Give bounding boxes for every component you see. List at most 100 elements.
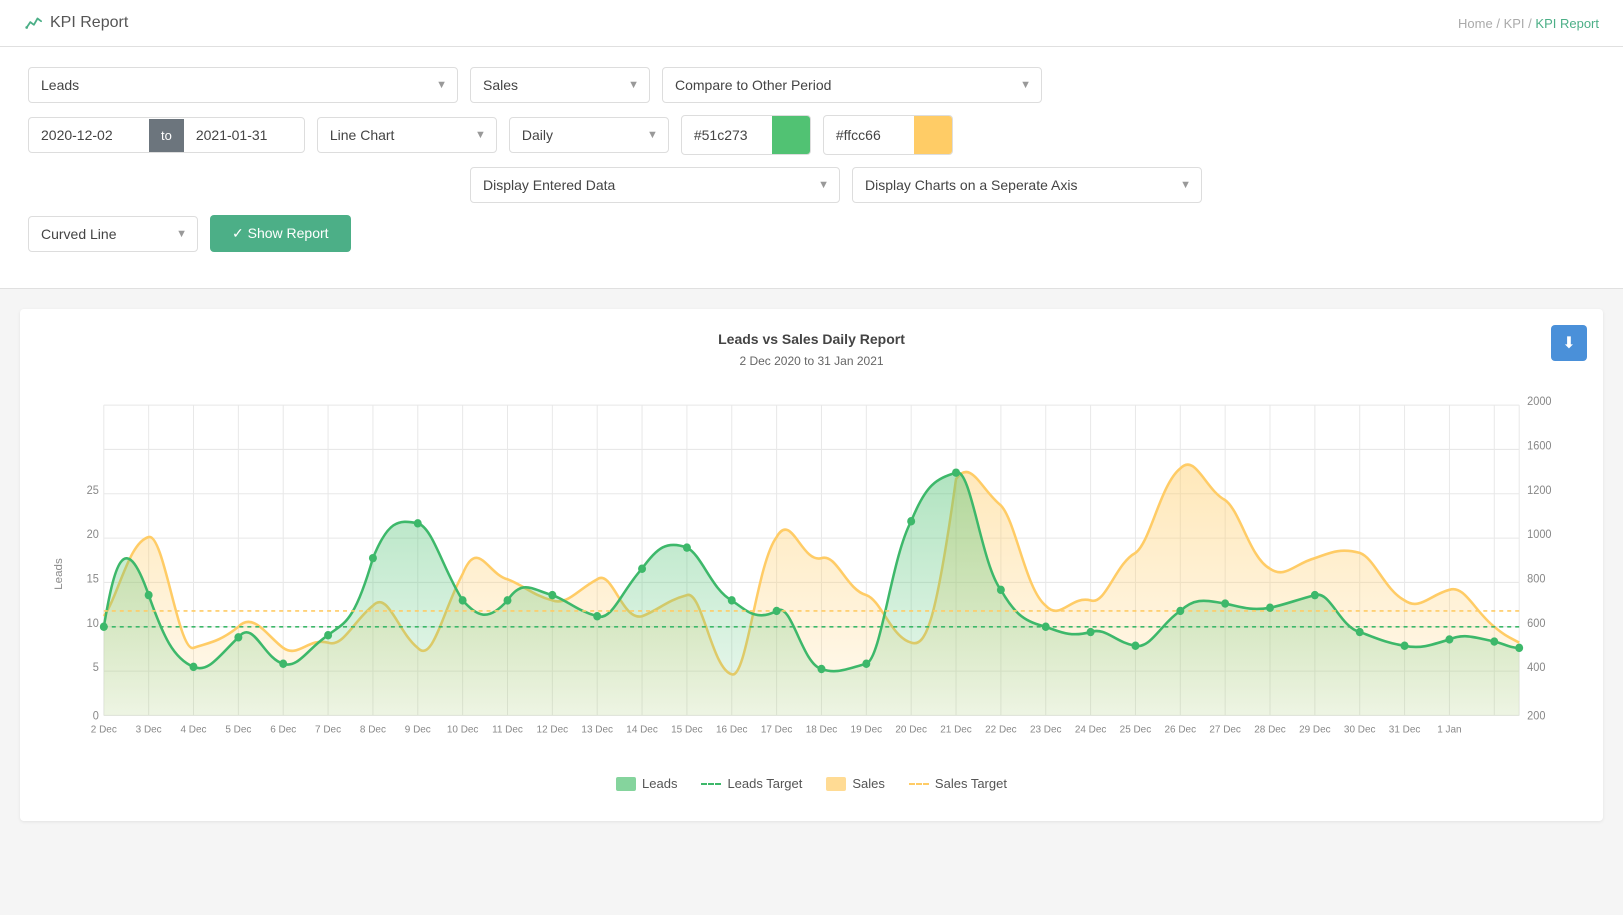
svg-text:10: 10 (87, 618, 99, 630)
chart-type-select[interactable]: Line Chart (318, 118, 431, 152)
svg-text:11 Dec: 11 Dec (492, 724, 523, 735)
svg-text:15: 15 (87, 573, 99, 585)
svg-text:13 Dec: 13 Dec (581, 724, 613, 735)
display-chevron-icon: ▼ (818, 179, 829, 191)
svg-text:1600: 1600 (1527, 440, 1551, 452)
svg-text:600: 600 (1527, 618, 1545, 630)
svg-text:27 Dec: 27 Dec (1209, 724, 1241, 735)
chart-type-wrapper: Line Chart ▼ (317, 117, 497, 153)
frequency-chevron-icon: ▼ (647, 129, 658, 141)
chart-container: 0 5 10 15 20 25 Leads 200 400 600 800 10… (44, 384, 1579, 764)
frequency-select-wrapper: Daily ▼ (509, 117, 669, 153)
legend-sales-target: Sales Target (909, 776, 1007, 791)
controls-row-4: Curved Line ▼ ✓ Show Report (28, 215, 1595, 252)
curve-select-wrapper: Curved Line ▼ (28, 216, 198, 252)
breadcrumb-kpi[interactable]: KPI (1504, 16, 1525, 31)
legend-sales-box (826, 777, 846, 791)
curve-select[interactable]: Curved Line (29, 217, 153, 251)
color2-text[interactable] (824, 118, 914, 152)
legend-leads-label: Leads (642, 776, 677, 791)
svg-text:29 Dec: 29 Dec (1299, 724, 1331, 735)
chart-type-chevron-icon: ▼ (475, 129, 486, 141)
download-button[interactable]: ⬇ (1551, 325, 1587, 361)
svg-text:6 Dec: 6 Dec (270, 724, 296, 735)
svg-text:7 Dec: 7 Dec (315, 724, 341, 735)
svg-text:30 Dec: 30 Dec (1344, 724, 1376, 735)
breadcrumb: Home / KPI / KPI Report (1458, 16, 1599, 31)
legend-sales-target-line (909, 783, 929, 785)
svg-text:1200: 1200 (1527, 485, 1551, 497)
svg-text:20 Dec: 20 Dec (895, 724, 927, 735)
axis-select[interactable]: Display Charts on a Seperate Axis (853, 168, 1115, 202)
frequency-select[interactable]: Daily (510, 118, 610, 152)
color1-text[interactable] (682, 118, 772, 152)
controls-row-1: Leads ▼ Sales ▼ Compare to Other Period … (28, 67, 1595, 103)
legend-leads-target-label: Leads Target (727, 776, 802, 791)
controls-row-2: to Line Chart ▼ Daily ▼ (28, 115, 1595, 155)
svg-text:Usd: Usd (1576, 564, 1579, 585)
sales-select-wrapper: Sales ▼ (470, 67, 650, 103)
compare-chevron-icon: ▼ (1020, 79, 1031, 91)
chart-legend: Leads Leads Target Sales Sales Target (44, 776, 1579, 791)
svg-text:19 Dec: 19 Dec (851, 724, 883, 735)
svg-text:20: 20 (87, 529, 99, 541)
svg-text:17 Dec: 17 Dec (761, 724, 793, 735)
leads-chevron-icon: ▼ (436, 79, 447, 91)
show-report-button[interactable]: ✓ Show Report (210, 215, 351, 252)
legend-sales-target-label: Sales Target (935, 776, 1007, 791)
date-from-input[interactable] (29, 118, 149, 152)
curve-chevron-icon: ▼ (176, 228, 187, 240)
color2-swatch[interactable] (914, 116, 952, 154)
display-select-wrapper: Display Entered Data ▼ (470, 167, 840, 203)
chart-subtitle: 2 Dec 2020 to 31 Jan 2021 (44, 354, 1579, 368)
svg-text:25: 25 (87, 485, 99, 497)
chart-section: ⬇ Leads vs Sales Daily Report 2 Dec 2020… (20, 309, 1603, 821)
legend-leads: Leads (616, 776, 677, 791)
sales-select[interactable]: Sales (471, 68, 571, 102)
svg-text:4 Dec: 4 Dec (181, 724, 207, 735)
svg-text:200: 200 (1527, 710, 1545, 722)
svg-text:800: 800 (1527, 573, 1545, 585)
svg-text:28 Dec: 28 Dec (1254, 724, 1286, 735)
svg-text:5: 5 (93, 662, 99, 674)
svg-text:21 Dec: 21 Dec (940, 724, 972, 735)
axis-chevron-icon: ▼ (1180, 179, 1191, 191)
date-separator: to (149, 119, 184, 152)
top-bar: KPI Report Home / KPI / KPI Report (0, 0, 1623, 47)
leads-select[interactable]: Leads (29, 68, 129, 102)
color2-field (823, 115, 953, 155)
svg-text:9 Dec: 9 Dec (405, 724, 431, 735)
svg-text:0: 0 (93, 710, 99, 722)
svg-text:3 Dec: 3 Dec (136, 724, 162, 735)
svg-text:2 Dec: 2 Dec (91, 724, 117, 735)
breadcrumb-home[interactable]: Home (1458, 16, 1493, 31)
svg-text:Leads: Leads (53, 558, 65, 590)
svg-text:1 Jan: 1 Jan (1437, 724, 1462, 735)
display-select[interactable]: Display Entered Data (471, 168, 652, 202)
svg-text:25 Dec: 25 Dec (1120, 724, 1152, 735)
color1-swatch[interactable] (772, 116, 810, 154)
svg-text:8 Dec: 8 Dec (360, 724, 386, 735)
compare-select-wrapper: Compare to Other Period ▼ (662, 67, 1042, 103)
svg-text:15 Dec: 15 Dec (671, 724, 703, 735)
breadcrumb-current: KPI Report (1535, 16, 1599, 31)
kpi-icon (24, 14, 42, 32)
chart-title: Leads vs Sales Daily Report (44, 329, 1579, 350)
svg-text:16 Dec: 16 Dec (716, 724, 748, 735)
legend-sales: Sales (826, 776, 885, 791)
svg-text:22 Dec: 22 Dec (985, 724, 1017, 735)
svg-text:400: 400 (1527, 662, 1545, 674)
leads-select-wrapper: Leads ▼ (28, 67, 458, 103)
controls-panel: Leads ▼ Sales ▼ Compare to Other Period … (0, 47, 1623, 289)
svg-text:14 Dec: 14 Dec (626, 724, 658, 735)
legend-leads-target-line (701, 783, 721, 785)
legend-leads-box (616, 777, 636, 791)
legend-sales-label: Sales (852, 776, 885, 791)
svg-text:5 Dec: 5 Dec (225, 724, 251, 735)
svg-text:26 Dec: 26 Dec (1165, 724, 1197, 735)
svg-text:2000: 2000 (1527, 396, 1551, 408)
date-to-input[interactable] (184, 118, 304, 152)
chart-svg: 0 5 10 15 20 25 Leads 200 400 600 800 10… (44, 384, 1579, 764)
svg-text:31 Dec: 31 Dec (1389, 724, 1421, 735)
compare-select[interactable]: Compare to Other Period (663, 68, 868, 102)
